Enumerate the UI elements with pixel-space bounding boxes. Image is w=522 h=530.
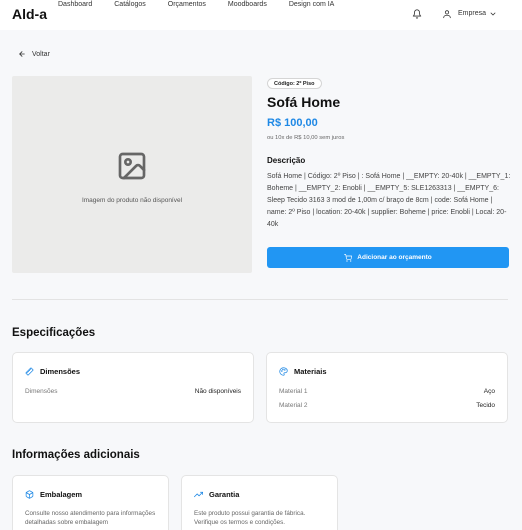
cart-icon (344, 253, 353, 262)
nav-moodboards[interactable]: Moodboards (228, 1, 267, 8)
dimensions-row: Dimensões Não disponíveis (25, 388, 241, 395)
top-bar: Ald-a Dashboard Catálogos Orçamentos Moo… (0, 0, 522, 30)
nav-ai-design[interactable]: Design com IA (289, 1, 335, 8)
material-label: Material 2 (279, 402, 308, 409)
specs-heading: Especificações (12, 327, 96, 339)
product-price: R$ 100,00 (267, 117, 318, 129)
back-button[interactable]: Voltar (18, 50, 50, 58)
material-value: Tecido (476, 402, 495, 409)
image-placeholder-icon (118, 152, 146, 180)
warranty-card: Garantia Este produto possui garantia de… (181, 475, 338, 530)
back-label: Voltar (32, 50, 50, 58)
product-image: Imagem do produto não disponível (12, 76, 252, 273)
material-row: Material 2 Tecido (279, 402, 495, 409)
arrow-left-icon (19, 51, 25, 57)
dimensions-card: Dimensões Dimensões Não disponíveis (12, 352, 254, 423)
description-heading: Descrição (267, 156, 306, 165)
dimensions-title: Dimensões (40, 367, 81, 376)
materials-card: Materiais Material 1 Aço Material 2 Teci… (266, 352, 508, 423)
logo[interactable]: Ald-a (12, 6, 47, 22)
materials-title: Materiais (294, 367, 327, 376)
packaging-text: Consulte nosso atendimento para informaç… (25, 510, 156, 526)
packaging-title: Embalagem (40, 490, 83, 499)
nav-quotes[interactable]: Orçamentos (168, 1, 206, 8)
chevron-down-icon[interactable] (489, 10, 497, 18)
material-label: Material 1 (279, 388, 308, 395)
company-menu[interactable]: Empresa (458, 10, 486, 17)
warranty-title: Garantia (209, 490, 240, 499)
additional-heading: Informações adicionais (12, 449, 140, 461)
add-to-quote-button[interactable]: Adicionar ao orçamento (267, 247, 509, 268)
packaging-card: Embalagem Consulte nosso atendimento par… (12, 475, 169, 530)
material-value: Aço (483, 388, 495, 395)
trending-up-icon (194, 491, 203, 498)
divider (12, 299, 508, 300)
image-caption: Imagem do produto não disponível (81, 197, 183, 204)
palette-icon (279, 367, 288, 376)
product-title: Sofá Home (267, 94, 341, 110)
dimensions-value: Não disponíveis (194, 388, 241, 395)
description-text: Sofá Home | Código: 2º Piso | : Sofá Hom… (267, 173, 511, 228)
code-badge: Código: 2º Piso (267, 78, 322, 89)
warranty-text: Este produto possui garantia de fábrica.… (194, 510, 306, 526)
box-icon (25, 490, 34, 499)
dimensions-label: Dimensões (25, 388, 58, 395)
nav-catalogs[interactable]: Catálogos (114, 1, 146, 8)
user-icon[interactable] (442, 9, 452, 19)
material-row: Material 1 Aço (279, 388, 495, 395)
installments-text: ou 10x de R$ 10,00 sem juros (267, 135, 345, 141)
bell-icon[interactable] (412, 9, 422, 19)
ruler-icon (25, 367, 34, 376)
main-nav: Dashboard Catálogos Orçamentos Moodboard… (58, 1, 356, 8)
nav-dashboard[interactable]: Dashboard (58, 1, 92, 8)
add-to-quote-label: Adicionar ao orçamento (357, 254, 432, 261)
